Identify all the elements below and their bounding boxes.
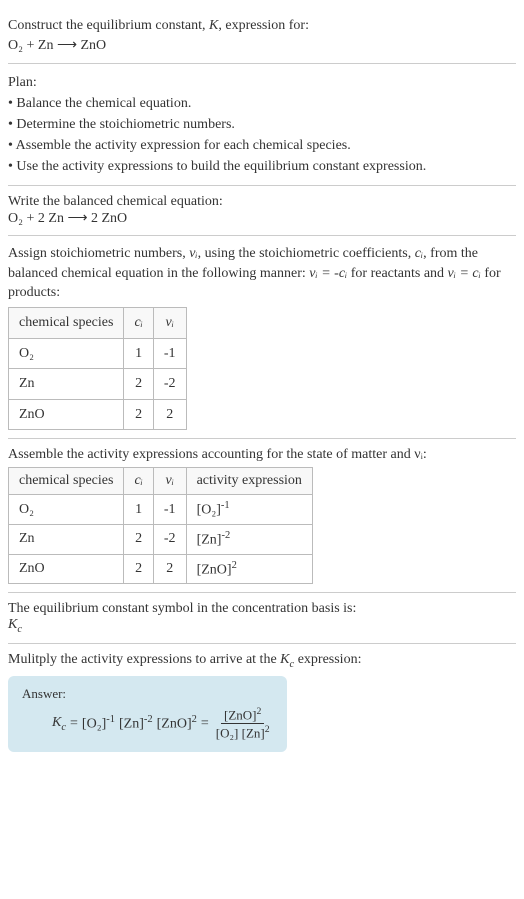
cell-species: Zn	[9, 369, 124, 400]
answer-t1-exp: -1	[106, 714, 115, 725]
intro-equation: O₂ + Zn ⟶ ZnO	[8, 38, 106, 53]
num-base: [ZnO]	[224, 707, 257, 722]
fraction-denominator: [O₂] [Zn]2	[213, 724, 273, 741]
cell-c: 2	[124, 554, 153, 584]
symbol-kc-sub: c	[17, 624, 22, 635]
cell-nu: 2	[153, 554, 186, 584]
cell-c: 2	[124, 525, 153, 555]
activity-header-0: chemical species	[9, 468, 124, 495]
activity-header-3: activity expression	[186, 468, 312, 495]
plan-item-2: • Assemble the activity expression for e…	[8, 135, 516, 156]
cell-species: ZnO	[9, 399, 124, 430]
stoich-header-1: cᵢ	[124, 307, 153, 338]
expr-base: [Zn]	[197, 533, 222, 548]
stoich-rel1: νᵢ = -cᵢ	[309, 266, 347, 281]
answer-t3-exp: 2	[192, 714, 197, 725]
multiply-text-2: expression:	[294, 652, 361, 667]
multiply-text-1: Mulitply the activity expressions to arr…	[8, 652, 280, 667]
expr-base: [O₂]	[197, 503, 221, 518]
table-row: ZnO 2 2	[9, 399, 187, 430]
table-row: O₂ 1 -1 [O₂]-1	[9, 495, 313, 525]
cell-species: Zn	[9, 525, 124, 555]
multiply-section: Mulitply the activity expressions to arr…	[8, 644, 516, 759]
plan-section: Plan: • Balance the chemical equation. •…	[8, 64, 516, 186]
cell-species: O₂	[9, 495, 124, 525]
table-row: ZnO 2 2 [ZnO]2	[9, 554, 313, 584]
multiply-kc: K	[280, 652, 289, 667]
symbol-kc: K	[8, 617, 17, 632]
activity-table: chemical species cᵢ νᵢ activity expressi…	[8, 467, 313, 584]
stoich-text-1: Assign stoichiometric numbers,	[8, 246, 189, 261]
answer-kc-sub: c	[61, 722, 66, 733]
answer-fraction: [ZnO]2 [O₂] [Zn]2	[213, 706, 273, 742]
den2-base: [Zn]	[242, 726, 265, 741]
intro-text-1: Construct the equilibrium constant,	[8, 18, 209, 33]
cell-expr: [Zn]-2	[186, 525, 312, 555]
stoich-table: chemical species cᵢ νᵢ O₂ 1 -1 Zn 2 -2 Z…	[8, 307, 187, 430]
intro-section: Construct the equilibrium constant, K, e…	[8, 8, 516, 64]
stoich-header-0: chemical species	[9, 307, 124, 338]
activity-section: Assemble the activity expressions accoun…	[8, 439, 516, 593]
balanced-title: Write the balanced chemical equation:	[8, 194, 516, 210]
answer-eq: =	[70, 716, 78, 732]
cell-expr: [O₂]-1	[186, 495, 312, 525]
den1-base: [O₂]	[216, 726, 239, 741]
stoich-ci: cᵢ	[415, 246, 423, 261]
cell-nu: 2	[153, 399, 186, 430]
answer-t1-base: [O₂]	[82, 717, 106, 732]
balanced-section: Write the balanced chemical equation: O₂…	[8, 186, 516, 236]
table-row: O₂ 1 -1	[9, 338, 187, 369]
cell-expr: [ZnO]2	[186, 554, 312, 584]
table-row: chemical species cᵢ νᵢ	[9, 307, 187, 338]
activity-title: Assemble the activity expressions accoun…	[8, 447, 516, 463]
activity-header-1: cᵢ	[124, 468, 153, 495]
stoich-section: Assign stoichiometric numbers, νᵢ, using…	[8, 236, 516, 439]
plan-item-0: • Balance the chemical equation.	[8, 93, 516, 114]
table-row: Zn 2 -2 [Zn]-2	[9, 525, 313, 555]
table-row: chemical species cᵢ νᵢ activity expressi…	[9, 468, 313, 495]
cell-c: 1	[124, 495, 153, 525]
stoich-text-2: , using the stoichiometric coefficients,	[198, 246, 415, 261]
answer-t2-exp: -2	[144, 714, 153, 725]
symbol-text: The equilibrium constant symbol in the c…	[8, 601, 516, 617]
expr-exp: 2	[232, 560, 237, 571]
table-row: Zn 2 -2	[9, 369, 187, 400]
stoich-rel2: νᵢ = cᵢ	[448, 266, 481, 281]
answer-t3-base: [ZnO]	[157, 717, 192, 732]
cell-nu: -2	[153, 525, 186, 555]
symbol-section: The equilibrium constant symbol in the c…	[8, 593, 516, 644]
fraction-numerator: [ZnO]2	[221, 706, 264, 724]
cell-nu: -1	[153, 495, 186, 525]
cell-nu: -1	[153, 338, 186, 369]
stoich-header-2: νᵢ	[153, 307, 186, 338]
plan-item-3: • Use the activity expressions to build …	[8, 156, 516, 177]
stoich-nu: νᵢ	[189, 246, 197, 261]
cell-c: 2	[124, 369, 153, 400]
cell-c: 2	[124, 399, 153, 430]
cell-c: 1	[124, 338, 153, 369]
answer-kc: K	[52, 715, 61, 730]
balanced-equation: O₂ + 2 Zn ⟶ 2 ZnO	[8, 210, 516, 227]
expr-exp: -1	[221, 500, 230, 511]
num-exp: 2	[257, 706, 262, 717]
cell-species: ZnO	[9, 554, 124, 584]
intro-text-1b: , expression for:	[218, 18, 309, 33]
answer-equation: Kc = [O₂]-1 [Zn]-2 [ZnO]2 = [ZnO]2 [O₂] …	[22, 706, 273, 742]
plan-item-1: • Determine the stoichiometric numbers.	[8, 114, 516, 135]
answer-eq2: =	[201, 716, 209, 732]
answer-box: Answer: Kc = [O₂]-1 [Zn]-2 [ZnO]2 = [ZnO…	[8, 676, 287, 752]
expr-base: [ZnO]	[197, 562, 232, 577]
cell-nu: -2	[153, 369, 186, 400]
den2-exp: 2	[265, 724, 270, 735]
cell-species: O₂	[9, 338, 124, 369]
plan-title: Plan:	[8, 72, 516, 93]
intro-K: K	[209, 18, 218, 33]
activity-header-2: νᵢ	[153, 468, 186, 495]
stoich-text-4: for reactants and	[347, 266, 447, 281]
answer-label: Answer:	[22, 686, 273, 702]
expr-exp: -2	[221, 530, 230, 541]
answer-t2-base: [Zn]	[119, 717, 144, 732]
